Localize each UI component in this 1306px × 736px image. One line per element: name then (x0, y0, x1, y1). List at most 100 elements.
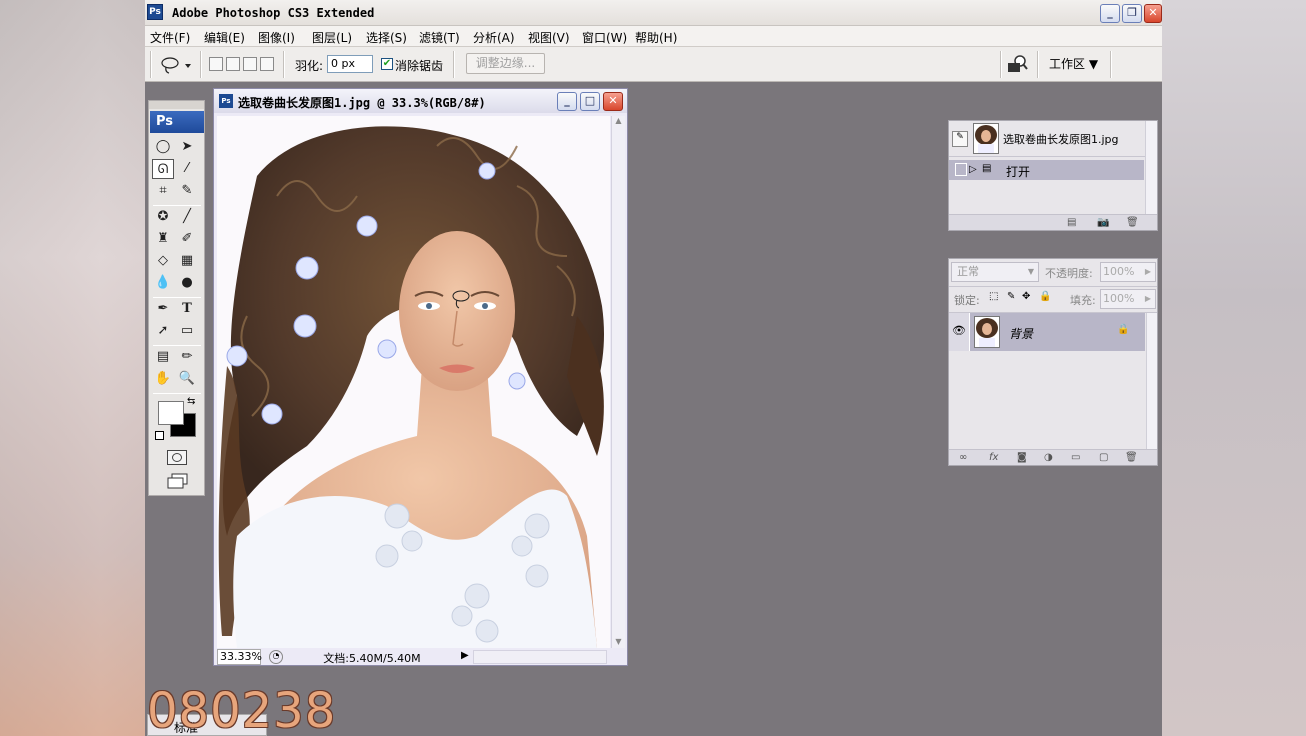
history-scrollbar[interactable] (1145, 121, 1157, 215)
intersect-selection-icon[interactable] (260, 57, 274, 71)
history-brush-source-icon[interactable]: ✎ (952, 131, 968, 147)
lock-transparency-icon[interactable]: ⬚ (989, 291, 998, 302)
status-info-icon[interactable]: ◔ (269, 650, 283, 664)
menu-filter[interactable]: 滤镜(T) (419, 29, 460, 46)
link-layers-icon[interactable]: ∞ (959, 452, 967, 463)
restore-button[interactable]: ❐ (1122, 4, 1142, 23)
move-tool-icon[interactable]: ➤ (176, 137, 198, 157)
feather-input[interactable]: 0 px (327, 55, 373, 73)
close-button[interactable]: ✕ (1144, 4, 1162, 23)
new-group-icon[interactable]: ▭ (1071, 452, 1080, 463)
screen-mode-button[interactable] (167, 473, 191, 489)
tool-preset-picker[interactable] (159, 55, 193, 75)
scroll-up-icon[interactable]: ▲ (612, 116, 625, 125)
history-toolbar: ▤ 📷 🗑 (949, 214, 1157, 230)
healing-brush-tool-icon[interactable]: ✪ (152, 207, 174, 227)
blur-tool-icon[interactable]: 💧 (152, 273, 174, 293)
lock-label: 锁定: (954, 294, 980, 307)
marquee-tool-icon[interactable]: ◯ (152, 137, 174, 157)
history-brush-tool-icon[interactable]: ✐ (176, 229, 198, 249)
menu-view[interactable]: 视图(V) (528, 29, 570, 46)
magic-wand-tool-icon[interactable]: ⁄ (176, 159, 198, 179)
history-snapshot-row[interactable]: ✎ 选取卷曲长发原图1.jpg (949, 121, 1157, 157)
snapshot-thumbnail (973, 123, 999, 154)
zoom-tool-icon[interactable]: 🔍 (176, 369, 198, 389)
lock-pixels-icon[interactable]: ✎ (1007, 291, 1015, 302)
crop-tool-icon[interactable]: ⌗ (152, 181, 174, 201)
add-selection-icon[interactable] (226, 57, 240, 71)
dodge-tool-icon[interactable]: ● (176, 273, 198, 293)
vertical-scrollbar[interactable]: ▲ ▼ (611, 116, 625, 648)
blend-mode-value: 正常 (957, 265, 979, 278)
workspace-menu[interactable]: 工作区 ▼ (1049, 55, 1098, 72)
menu-layer[interactable]: 图层(L) (312, 29, 352, 46)
document-title-bar[interactable]: Ps 选取卷曲长发原图1.jpg @ 33.3%(RGB/8#) _ □ ✕ (214, 89, 627, 113)
doc-maximize-button[interactable]: □ (580, 92, 600, 111)
refine-edge-button[interactable]: 调整边缘... (466, 53, 545, 74)
thumbnail-portrait-icon (975, 125, 997, 153)
menu-select[interactable]: 选择(S) (366, 29, 407, 46)
new-selection-icon[interactable] (209, 57, 223, 71)
menu-window[interactable]: 窗口(W) (582, 29, 627, 46)
lasso-tool-icon[interactable]: ᘏ (152, 159, 174, 179)
zoom-field[interactable]: 33.33% (217, 649, 262, 665)
add-mask-icon[interactable]: ◙ (1017, 452, 1027, 463)
doc-minimize-button[interactable]: _ (557, 92, 577, 111)
layer-style-fx-icon[interactable]: fx (989, 452, 998, 463)
screen-mode-icon (167, 473, 188, 489)
menu-edit[interactable]: 编辑(E) (204, 29, 245, 46)
status-menu-arrow-icon[interactable]: ▶ (461, 650, 469, 661)
eraser-tool-icon[interactable]: ◇ (152, 251, 174, 271)
bridge-button[interactable] (1007, 55, 1029, 73)
palette-grip[interactable] (149, 101, 204, 109)
blend-mode-select[interactable]: 正常 ▼ (951, 262, 1039, 282)
delete-state-icon[interactable]: 🗑 (1126, 217, 1139, 228)
path-selection-tool-icon[interactable]: ➚ (152, 321, 174, 341)
new-snapshot-icon[interactable]: 📷 (1097, 217, 1109, 228)
lock-all-icon[interactable]: 🔒 (1039, 291, 1051, 302)
lock-position-icon[interactable]: ✥ (1022, 291, 1030, 302)
fill-input[interactable]: 100% ▶ (1100, 289, 1156, 309)
menu-image[interactable]: 图像(I) (258, 29, 295, 46)
subtract-selection-icon[interactable] (243, 57, 257, 71)
doc-close-button[interactable]: ✕ (603, 92, 623, 111)
horizontal-scrollbar[interactable] (473, 650, 607, 664)
layer-row-background[interactable]: 👁 背景 🔒 (949, 313, 1145, 351)
foreground-color-swatch[interactable] (158, 401, 184, 425)
adjustment-layer-icon[interactable]: ◑ (1044, 452, 1053, 463)
slice-tool-icon[interactable]: ✎ (176, 181, 198, 201)
type-tool-icon[interactable]: T (176, 299, 198, 319)
ps-logo: Ps (150, 111, 204, 133)
menu-analysis[interactable]: 分析(A) (473, 29, 515, 46)
image-canvas[interactable] (217, 116, 610, 648)
scroll-down-icon[interactable]: ▼ (612, 637, 625, 646)
history-state-open[interactable]: ▷ ▤ 打开 (949, 160, 1144, 180)
pen-tool-icon[interactable]: ✒ (152, 299, 174, 319)
menu-file[interactable]: 文件(F) (150, 29, 190, 46)
notes-tool-icon[interactable]: ▤ (152, 347, 174, 367)
gradient-tool-icon[interactable]: ▦ (176, 251, 198, 271)
quick-mask-button[interactable] (167, 450, 187, 465)
opacity-input[interactable]: 100% ▶ (1100, 262, 1156, 282)
menu-help[interactable]: 帮助(H) (635, 29, 677, 46)
hand-tool-icon[interactable]: ✋ (152, 369, 174, 389)
clone-stamp-tool-icon[interactable]: ♜ (152, 229, 174, 249)
eyedropper-tool-icon[interactable]: ✏ (176, 347, 198, 367)
layers-scrollbar[interactable] (1146, 313, 1157, 449)
default-colors-icon[interactable] (155, 431, 164, 440)
fill-arrow-icon: ▶ (1144, 294, 1151, 303)
layer-thumbnail (974, 316, 1000, 348)
brush-tool-icon[interactable]: ╱ (176, 207, 198, 227)
fill-label: 填充: (1070, 294, 1096, 307)
layer-visibility-eye-icon[interactable]: 👁 (949, 313, 970, 351)
opacity-value: 100% (1103, 265, 1135, 278)
document-status-bar: 33.33% ◔ 文档:5.40M/5.40M ▶ (217, 649, 625, 665)
new-document-from-state-icon[interactable]: ▤ (1067, 217, 1076, 228)
swap-colors-icon[interactable]: ⇆ (187, 396, 195, 407)
delete-layer-icon[interactable]: 🗑 (1125, 452, 1138, 463)
antialias-checkbox[interactable]: ✔ (381, 58, 393, 70)
layers-panel: 正常 ▼ 不透明度: 100% ▶ 锁定: ⬚ ✎ ✥ 🔒 填充: 100% ▶… (948, 258, 1158, 466)
minimize-button[interactable]: _ (1100, 4, 1120, 23)
new-layer-icon[interactable]: ▢ (1099, 452, 1108, 463)
shape-tool-icon[interactable]: ▭ (176, 321, 198, 341)
